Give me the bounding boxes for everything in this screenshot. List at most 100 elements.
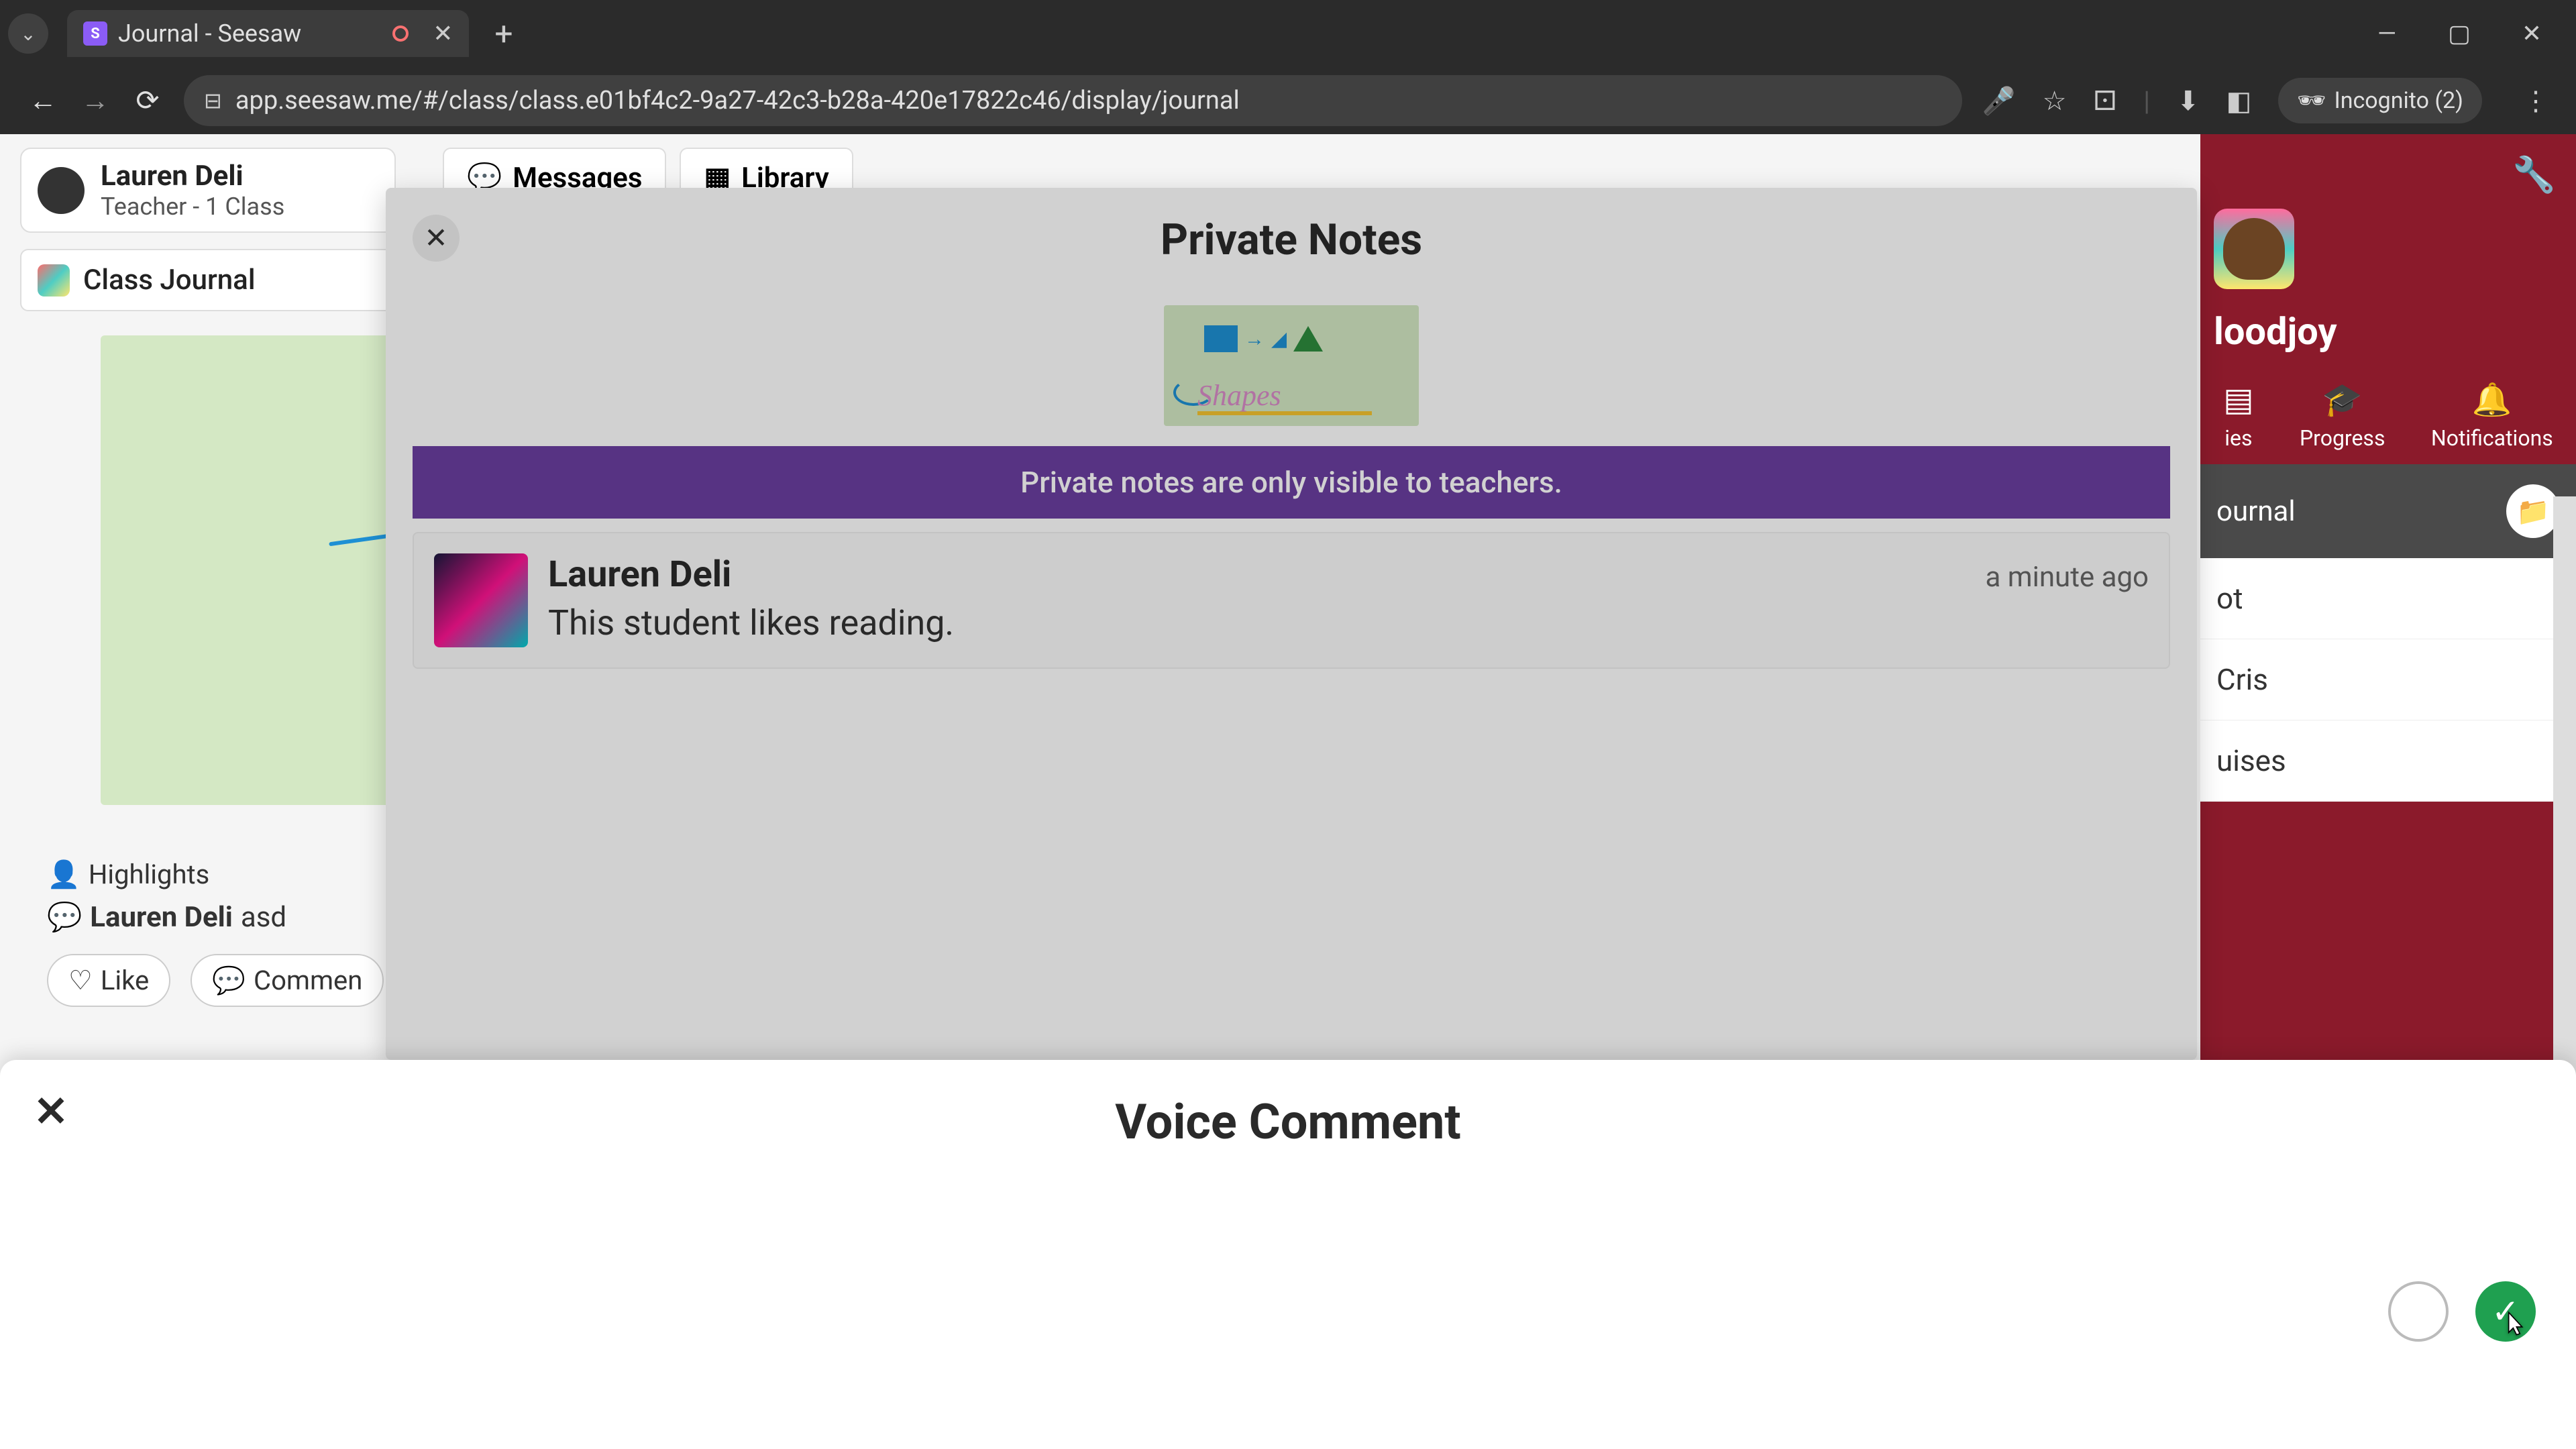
- incognito-icon: 🕶: [2297, 87, 2326, 114]
- confirm-button[interactable]: ✓: [2475, 1281, 2536, 1342]
- nav-notifications[interactable]: 🔔 Notifications: [2431, 380, 2553, 451]
- incognito-indicator[interactable]: 🕶 Incognito (2): [2278, 78, 2482, 123]
- site-settings-icon[interactable]: ⊟: [204, 88, 222, 113]
- close-tab-icon[interactable]: ✕: [433, 19, 453, 48]
- triangle-icon: [1293, 326, 1323, 352]
- toolbar-actions: 🎤 ☆ ⚀ | ⬇ ◧ 🕶 Incognito (2) ⋮: [1982, 78, 2549, 123]
- class-journal-label: Class Journal: [83, 264, 256, 297]
- settings-wrench-icon[interactable]: 🔧: [2512, 154, 2556, 195]
- bookmark-icon[interactable]: ☆: [2043, 85, 2067, 117]
- modal-header: ✕ Private Notes: [386, 188, 2197, 292]
- incognito-label: Incognito (2): [2334, 87, 2463, 114]
- list-item[interactable]: Cris: [2200, 639, 2576, 720]
- record-button[interactable]: [2388, 1281, 2449, 1342]
- heart-icon: ♡: [68, 965, 93, 996]
- progress-label: Progress: [2300, 425, 2385, 451]
- window-controls: — ▢ ✕: [2371, 19, 2568, 48]
- arrow-icon: →: [1244, 327, 1265, 351]
- post-meta: 👤 Highlights 💬 Lauren Deli asd ♡ Like 💬 …: [47, 859, 384, 1007]
- activities-label: ies: [2224, 425, 2252, 451]
- app-viewport: Lauren Deli Teacher - 1 Class Class Jour…: [0, 134, 2576, 1449]
- browser-tab[interactable]: S Journal - Seesaw ✕: [67, 10, 469, 57]
- list-item[interactable]: ot: [2200, 558, 2576, 639]
- maximize-icon[interactable]: ▢: [2443, 19, 2475, 48]
- comment-author: Lauren Deli: [90, 901, 233, 934]
- comment-button[interactable]: 💬 Commen: [191, 954, 384, 1007]
- mic-icon[interactable]: 🎤: [1982, 85, 2016, 117]
- browser-menu-icon[interactable]: ⋮: [2522, 85, 2549, 117]
- student-list: ot Cris uises: [2200, 558, 2576, 802]
- notifications-label: Notifications: [2431, 425, 2553, 451]
- highlights-row[interactable]: 👤 Highlights: [47, 859, 384, 890]
- info-banner: Private notes are only visible to teache…: [413, 446, 2170, 519]
- sheet-close-button[interactable]: ✕: [34, 1087, 68, 1136]
- nav-activities[interactable]: ▤ ies: [2223, 380, 2253, 451]
- right-nav: ▤ ies 🎓 Progress 🔔 Notifications: [2200, 380, 2576, 451]
- modal-close-button[interactable]: ✕: [413, 215, 460, 262]
- class-journal-selector[interactable]: Class Journal: [20, 249, 396, 311]
- square-icon: [1204, 325, 1238, 352]
- tab-strip: ⌄ S Journal - Seesaw ✕ + — ▢ ✕: [0, 0, 2576, 67]
- note-card: Lauren Deli a minute ago This student li…: [413, 532, 2170, 669]
- note-avatar: [434, 553, 528, 647]
- close-icon: ✕: [34, 1087, 68, 1136]
- highlights-icon: 👤: [47, 859, 80, 890]
- bell-icon: 🔔: [2472, 380, 2512, 419]
- class-name: loodjoy: [2214, 309, 2576, 354]
- chevron-down-icon: ⌄: [20, 23, 36, 45]
- modal-title: Private Notes: [386, 215, 2197, 265]
- activities-icon: ▤: [2223, 380, 2253, 419]
- back-button[interactable]: ←: [27, 85, 59, 117]
- user-card[interactable]: Lauren Deli Teacher - 1 Class: [20, 148, 396, 233]
- reload-button[interactable]: ⟳: [131, 84, 164, 117]
- nav-progress[interactable]: 🎓 Progress: [2300, 380, 2385, 451]
- class-avatar[interactable]: [2214, 209, 2294, 289]
- note-text: This student likes reading.: [548, 602, 2149, 643]
- list-item[interactable]: uises: [2200, 720, 2576, 802]
- forward-button[interactable]: →: [79, 85, 111, 117]
- url-text: app.seesaw.me/#/class/class.e01bf4c2-9a2…: [235, 86, 1240, 115]
- private-notes-modal: ✕ Private Notes → ◢ Shapes Private notes…: [386, 188, 2197, 1060]
- address-bar[interactable]: ⊟ app.seesaw.me/#/class/class.e01bf4c2-9…: [184, 75, 1962, 126]
- note-author: Lauren Deli: [548, 553, 731, 596]
- triangle-small-icon: ◢: [1271, 327, 1287, 351]
- close-window-icon[interactable]: ✕: [2516, 19, 2548, 48]
- journal-header-label: ournal: [2216, 495, 2296, 528]
- sheet-title: Voice Comment: [0, 1060, 2576, 1150]
- post-actions: ♡ Like 💬 Commen: [47, 954, 384, 1007]
- seesaw-favicon: S: [83, 21, 107, 46]
- comment-bubble-icon: 💬: [47, 901, 82, 934]
- thumbnail-label: Shapes: [1197, 378, 1281, 413]
- minimize-icon[interactable]: —: [2371, 19, 2403, 48]
- journal-header-row[interactable]: ournal 📁: [2200, 464, 2576, 558]
- user-role: Teacher - 1 Class: [101, 193, 284, 221]
- tab-title: Journal - Seesaw: [118, 19, 301, 48]
- activity-thumbnail[interactable]: → ◢ Shapes: [1164, 305, 1419, 426]
- like-button[interactable]: ♡ Like: [47, 954, 170, 1007]
- divider: |: [2143, 85, 2150, 117]
- sheet-controls: ✓: [2388, 1281, 2536, 1342]
- close-icon: ✕: [424, 221, 447, 255]
- browser-chrome: ⌄ S Journal - Seesaw ✕ + — ▢ ✕ ← → ⟳ ⊟ a…: [0, 0, 2576, 134]
- class-icon: [38, 264, 70, 297]
- folder-button[interactable]: 📁: [2506, 484, 2560, 538]
- extensions-icon[interactable]: ⚀: [2093, 85, 2116, 117]
- tab-search-dropdown[interactable]: ⌄: [8, 13, 48, 54]
- like-label: Like: [101, 965, 149, 996]
- folder-icon: 📁: [2516, 496, 2550, 527]
- voice-comment-sheet: ✕ Voice Comment ✓: [0, 1060, 2576, 1449]
- comment-text: asd: [241, 901, 286, 934]
- comment-preview: 💬 Lauren Deli asd: [47, 901, 384, 934]
- toolbar: ← → ⟳ ⊟ app.seesaw.me/#/class/class.e01b…: [0, 67, 2576, 134]
- sidepanel-icon[interactable]: ◧: [2226, 85, 2251, 117]
- comment-icon: 💬: [212, 965, 246, 996]
- check-icon: ✓: [2491, 1292, 2520, 1332]
- downloads-icon[interactable]: ⬇: [2177, 85, 2200, 117]
- new-tab-button[interactable]: +: [494, 15, 513, 53]
- progress-icon: 🎓: [2322, 380, 2363, 419]
- note-timestamp: a minute ago: [1986, 561, 2149, 594]
- left-sidebar: Lauren Deli Teacher - 1 Class Class Jour…: [20, 148, 396, 311]
- highlights-label: Highlights: [89, 859, 209, 890]
- recording-icon: [392, 25, 409, 42]
- comment-label: Commen: [254, 965, 362, 996]
